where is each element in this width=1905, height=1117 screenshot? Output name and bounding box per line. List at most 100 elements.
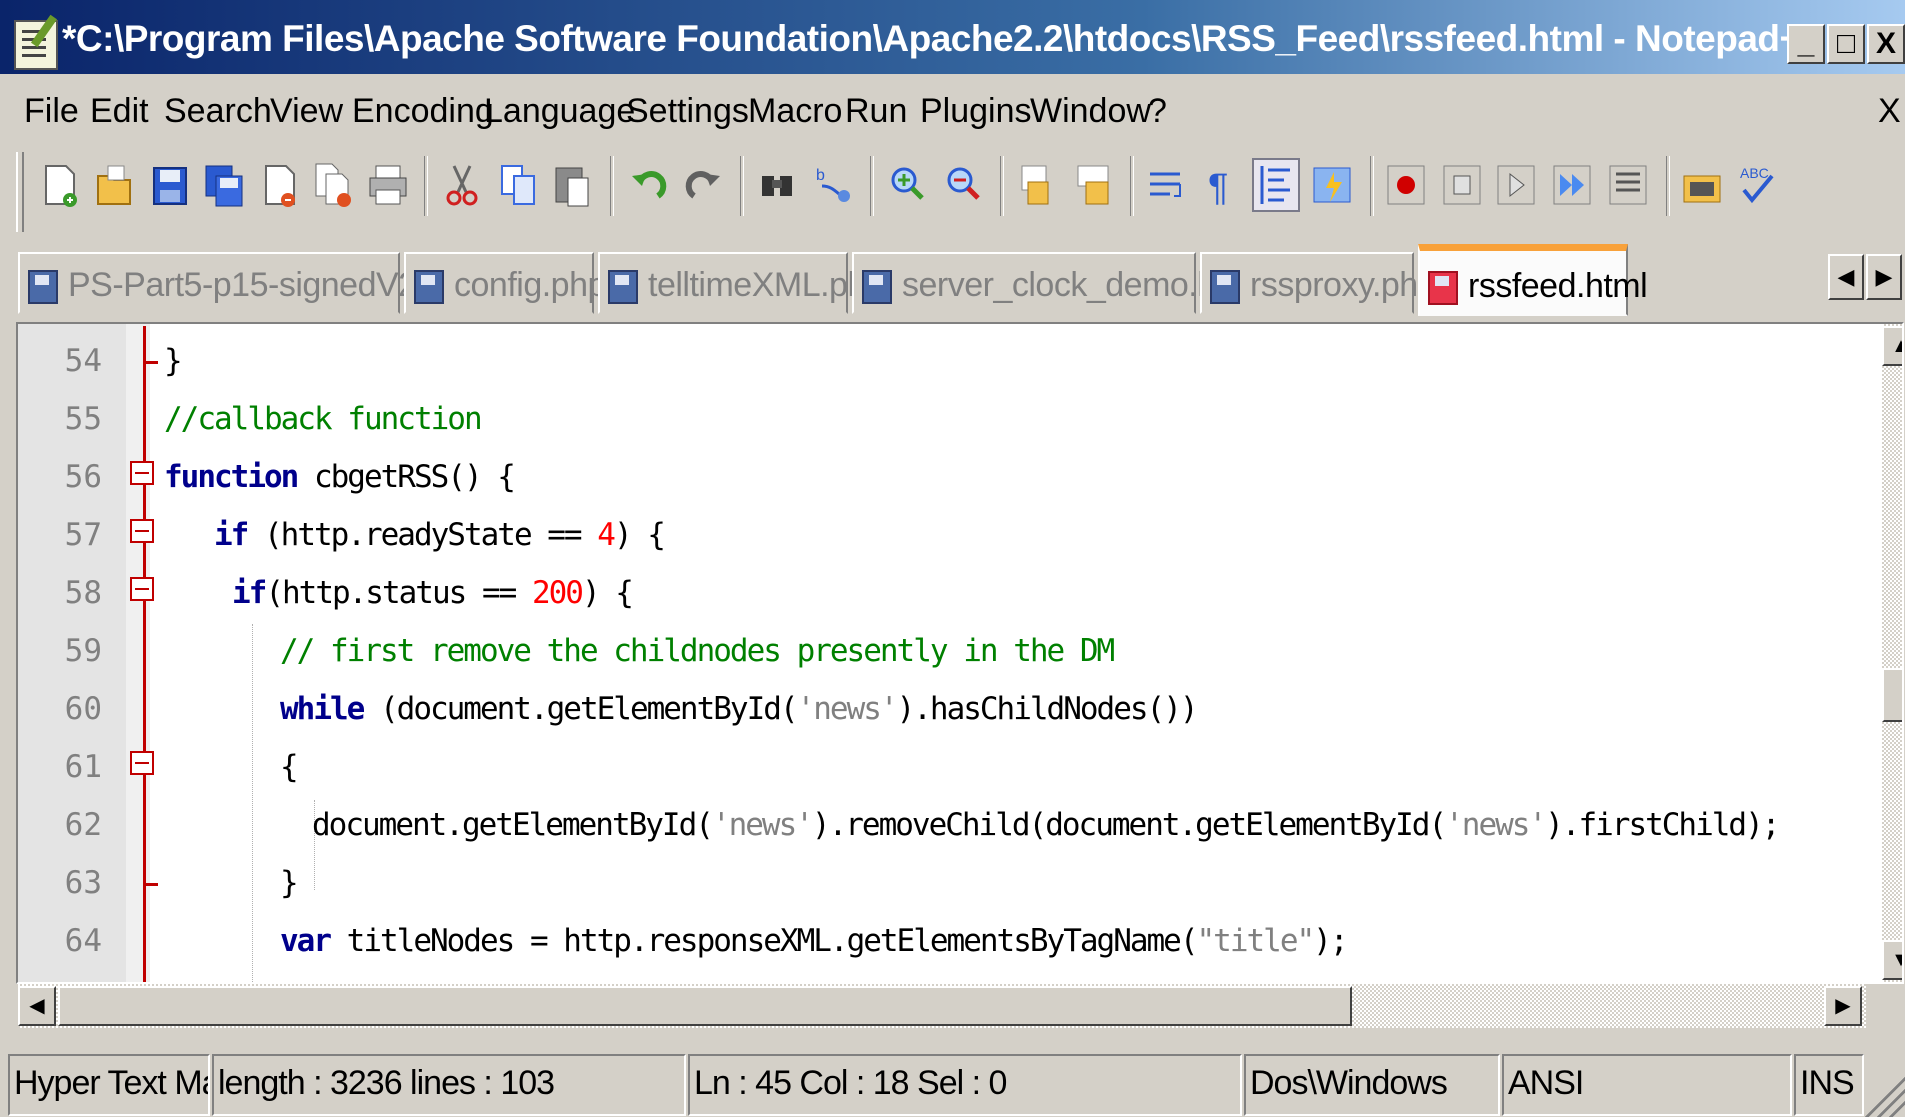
maximize-button[interactable]: □ xyxy=(1827,24,1865,64)
menu-macro[interactable]: Macro xyxy=(748,92,842,131)
close-document-button[interactable]: X xyxy=(1878,92,1901,131)
code-line[interactable]: 62 document.getElementById('news').remov… xyxy=(18,798,1880,856)
close-icon[interactable] xyxy=(258,160,302,210)
menu-edit[interactable]: Edit xyxy=(90,92,149,131)
code-editor[interactable]: 54 } 55 //callback function 56 function … xyxy=(16,322,1904,984)
tab-rssproxy-php[interactable]: rssproxy.php xyxy=(1200,252,1437,314)
code-text: } xyxy=(164,343,183,379)
code-text: { xyxy=(280,749,299,785)
tab-server-clock-demo[interactable]: server_clock_demo.html xyxy=(852,252,1260,314)
code-line[interactable]: 63 } xyxy=(18,856,1880,914)
scroll-up-button[interactable]: ▲ xyxy=(1882,326,1902,366)
save-icon[interactable] xyxy=(148,160,192,210)
find-icon[interactable] xyxy=(756,160,800,210)
code-line[interactable]: 56 function cbgetRSS() { xyxy=(18,450,1880,508)
fold-toggle-icon[interactable] xyxy=(130,461,154,485)
fold-toggle-icon[interactable] xyxy=(130,751,154,775)
minimize-button[interactable]: _ xyxy=(1787,24,1825,64)
line-number: 56 xyxy=(64,459,102,495)
code-line[interactable]: 57 if (http.readyState == 4) { xyxy=(18,508,1880,566)
tab-strip: PS-Part5-p15-signedV2.ps1 config.php tel… xyxy=(0,244,1905,318)
toolbar-grip[interactable] xyxy=(16,152,24,232)
user-lang-icon[interactable] xyxy=(1310,160,1354,210)
fold-end-marker xyxy=(144,361,158,364)
menu-run[interactable]: Run xyxy=(845,92,907,131)
print-icon[interactable] xyxy=(366,160,410,210)
launch-browser-icon[interactable] xyxy=(1680,160,1724,210)
close-all-icon[interactable] xyxy=(312,160,356,210)
cut-icon[interactable] xyxy=(440,160,484,210)
fold-toggle-icon[interactable] xyxy=(130,519,154,543)
redo-icon[interactable] xyxy=(682,160,726,210)
menu-window[interactable]: Window xyxy=(1030,92,1151,131)
line-number: 63 xyxy=(64,865,102,901)
vertical-scroll-thumb[interactable] xyxy=(1882,668,1902,722)
menu-view[interactable]: View xyxy=(270,92,343,131)
spell-check-icon[interactable]: ABC xyxy=(1736,160,1780,210)
scroll-down-button[interactable]: ▼ xyxy=(1882,940,1902,980)
fold-end-marker xyxy=(144,883,158,886)
save-all-icon[interactable] xyxy=(202,160,246,210)
menu-file[interactable]: File xyxy=(24,92,79,131)
menu-help[interactable]: ? xyxy=(1148,92,1167,131)
close-window-button[interactable]: X xyxy=(1867,24,1905,64)
tab-rssfeed-html[interactable]: rssfeed.html xyxy=(1418,244,1648,316)
tab-ps-part5[interactable]: PS-Part5-p15-signedV2.ps1 xyxy=(18,252,479,314)
scroll-right-button[interactable]: ▶ xyxy=(1824,986,1862,1026)
menu-plugins[interactable]: Plugins xyxy=(920,92,1032,131)
tab-telltimexml-php[interactable]: telltimeXML.php xyxy=(598,252,885,314)
svg-text:¶: ¶ xyxy=(1208,167,1228,209)
zoom-out-icon[interactable] xyxy=(942,160,986,210)
horizontal-scroll-thumb[interactable] xyxy=(58,986,1352,1026)
code-line[interactable]: 58 if(http.status == 200) { xyxy=(18,566,1880,624)
stop-record-icon[interactable] xyxy=(1440,160,1484,210)
notepad-app-icon[interactable] xyxy=(14,20,58,70)
code-line[interactable]: 61 { xyxy=(18,740,1880,798)
line-number: 62 xyxy=(64,807,102,843)
tab-label: telltimeXML.php xyxy=(648,266,885,304)
tab-config-php[interactable]: config.php xyxy=(404,252,606,314)
tab-scroll-right-button[interactable]: ▶ xyxy=(1866,254,1902,300)
horizontal-scrollbar[interactable]: ◀ ▶ xyxy=(18,984,1866,1028)
menu-settings[interactable]: Settings xyxy=(626,92,749,131)
record-macro-icon[interactable] xyxy=(1384,160,1428,210)
code-line[interactable]: 54 } xyxy=(18,334,1880,392)
menu-language[interactable]: Language xyxy=(484,92,635,131)
fold-toggle-icon[interactable] xyxy=(130,577,154,601)
code-line[interactable]: 59 // first remove the childnodes presen… xyxy=(18,624,1880,682)
code-text: if (http.readyState == 4) { xyxy=(214,517,666,553)
word-wrap-icon[interactable] xyxy=(1146,160,1190,210)
sync-vertical-icon[interactable] xyxy=(1018,160,1062,210)
menu-encoding[interactable]: Encoding xyxy=(352,92,494,131)
copy-icon[interactable] xyxy=(496,160,540,210)
sync-horizontal-icon[interactable] xyxy=(1072,160,1116,210)
code-line[interactable]: 60 while (document.getElementById('news'… xyxy=(18,682,1880,740)
line-number: 60 xyxy=(64,691,102,727)
indent-guide-icon[interactable] xyxy=(1252,158,1300,212)
save-macro-icon[interactable] xyxy=(1606,160,1650,210)
tab-scroll-left-button[interactable]: ◀ xyxy=(1828,254,1864,300)
open-file-icon[interactable] xyxy=(92,160,136,210)
playback-macro-icon[interactable] xyxy=(1494,160,1538,210)
code-line[interactable]: 64 var titleNodes = http.responseXML.get… xyxy=(18,914,1880,972)
paste-icon[interactable] xyxy=(550,160,594,210)
show-all-chars-icon[interactable]: ¶ xyxy=(1198,160,1242,210)
vertical-scrollbar[interactable]: ▲ ▼ xyxy=(1882,324,1902,982)
undo-icon[interactable] xyxy=(626,160,670,210)
scroll-left-button[interactable]: ◀ xyxy=(18,986,56,1026)
line-number: 54 xyxy=(64,343,102,379)
code-comment: //callback function xyxy=(164,401,483,437)
menu-search[interactable]: Search xyxy=(164,92,272,131)
status-language: Hyper Text Mark xyxy=(8,1054,210,1116)
new-file-icon[interactable] xyxy=(38,160,82,210)
size-grip[interactable] xyxy=(1865,1077,1905,1117)
code-line[interactable]: 55 //callback function xyxy=(18,392,1880,450)
replace-icon[interactable]: b xyxy=(812,160,856,210)
code-text: function cbgetRSS() { xyxy=(164,459,516,495)
zoom-in-icon[interactable] xyxy=(886,160,930,210)
title-bar[interactable]: *C:\Program Files\Apache Software Founda… xyxy=(0,0,1905,74)
code-text: } xyxy=(280,865,299,901)
line-number: 55 xyxy=(64,401,102,437)
run-macro-multiple-icon[interactable] xyxy=(1550,160,1594,210)
status-bar: Hyper Text Mark length : 3236 lines : 10… xyxy=(0,1048,1905,1117)
